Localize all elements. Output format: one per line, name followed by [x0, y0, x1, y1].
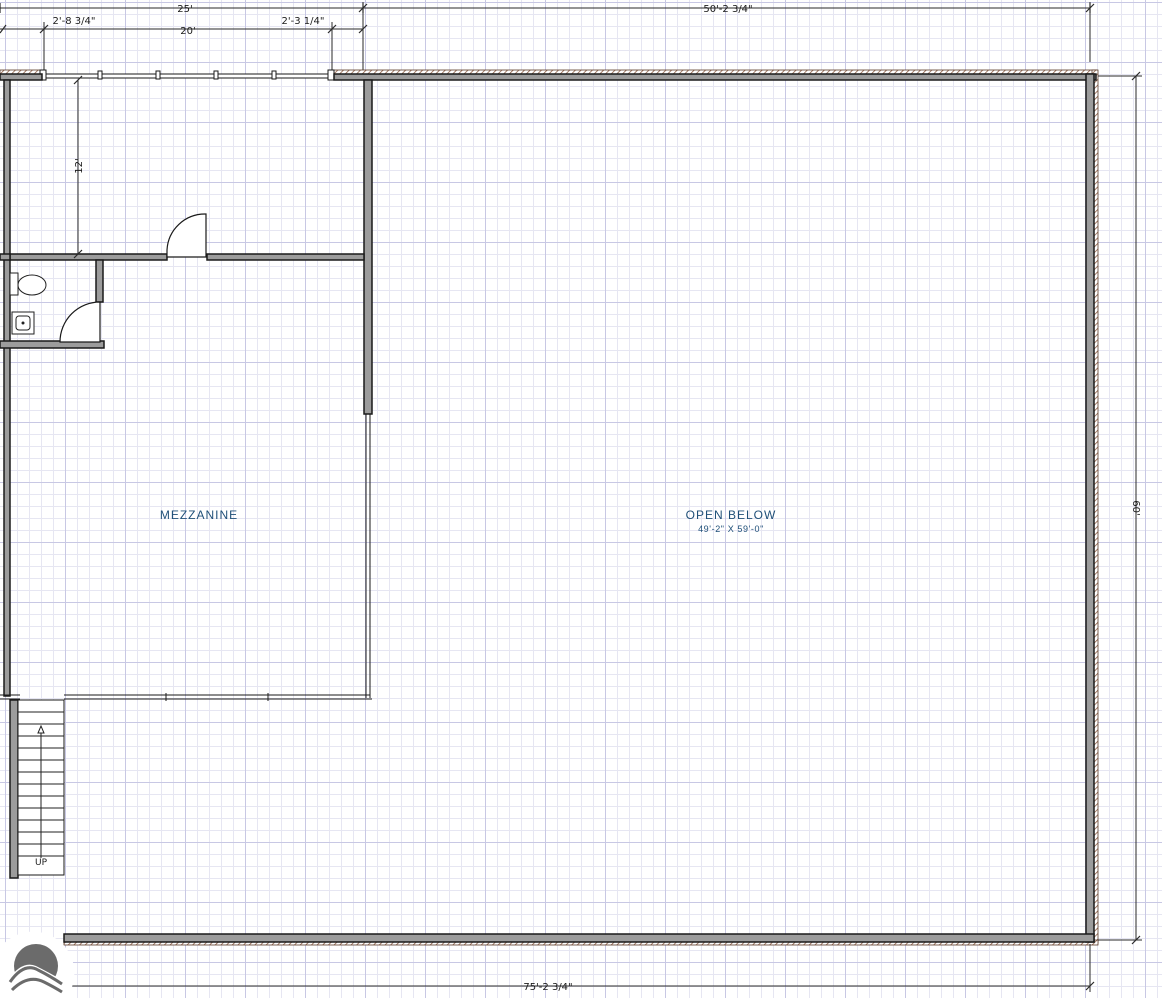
bottom-dimension: 75'-2 3/4"	[64, 944, 1095, 993]
sink-icon	[11, 311, 35, 335]
dim-top-left-seg: 2'-8 3/4"	[53, 16, 96, 27]
stair-label: UP	[35, 858, 48, 868]
bathroom-fixtures	[9, 272, 47, 335]
dim-top-right-seg: 2'-3 1/4"	[282, 16, 325, 27]
dim-top-right-total: 50'-2 3/4"	[703, 4, 752, 15]
room-depth-dimension: 12'	[73, 75, 85, 259]
mountain-sun-logo-icon	[0, 931, 75, 998]
bathroom-door	[59, 301, 101, 343]
railings	[0, 414, 372, 701]
room-size-open-below: 49'-2" X 59'-0"	[698, 524, 764, 534]
floor-plan: 25' 50'-2 3/4" 2'-8 3/4" 20' 2'-3 1/4" 1…	[0, 2, 1142, 998]
dim-top-mid-seg: 20'	[180, 26, 195, 37]
top-dimensions: 25' 50'-2 3/4" 2'-8 3/4" 20' 2'-3 1/4"	[0, 2, 1095, 70]
toilet-icon	[9, 272, 47, 296]
top-window-wall	[39, 69, 335, 81]
dim-room-depth: 12'	[74, 158, 85, 173]
right-height-dimension: 60'	[1098, 71, 1142, 945]
room-label-mezzanine: MEZZANINE	[160, 508, 238, 522]
dim-right-height: 60'	[1130, 500, 1141, 515]
doors	[59, 213, 207, 343]
room-label-open-below: OPEN BELOW	[686, 508, 777, 522]
dim-bottom-total: 75'-2 3/4"	[523, 982, 572, 993]
stair: UP	[17, 699, 65, 876]
office-door	[166, 213, 207, 258]
dim-top-left-total: 25'	[177, 4, 192, 15]
